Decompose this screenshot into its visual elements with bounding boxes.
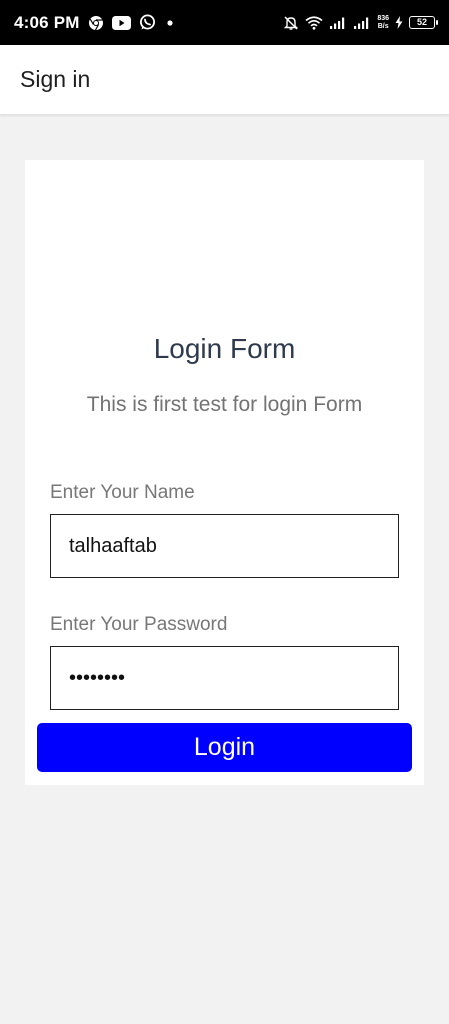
youtube-icon bbox=[111, 15, 131, 30]
password-label: Enter Your Password bbox=[50, 614, 228, 635]
net-speed-unit: B/s bbox=[377, 22, 389, 30]
app-bar: Sign in bbox=[0, 45, 449, 115]
charging-icon bbox=[395, 16, 403, 29]
status-left: 4:06 PM bbox=[14, 13, 176, 33]
battery-indicator: 52 bbox=[409, 16, 438, 29]
signal-icon-1 bbox=[329, 16, 347, 30]
name-label: Enter Your Name bbox=[50, 482, 195, 503]
chrome-icon bbox=[88, 15, 104, 31]
form-subtitle: This is first test for login Form bbox=[86, 393, 363, 416]
login-button[interactable]: Login bbox=[37, 723, 412, 772]
net-speed-value: 836 bbox=[377, 14, 389, 22]
form-title: Login Form bbox=[153, 333, 296, 364]
password-input[interactable]: •••••••• bbox=[50, 646, 399, 710]
status-right: 836 B/s 52 bbox=[283, 15, 438, 31]
wifi-icon bbox=[305, 15, 323, 30]
page-title: Sign in bbox=[20, 66, 91, 92]
notifications-off-icon bbox=[283, 15, 299, 31]
status-time: 4:06 PM bbox=[14, 12, 80, 32]
whatsapp-icon bbox=[139, 14, 156, 31]
name-input[interactable] bbox=[50, 514, 399, 578]
net-speed: 836 B/s bbox=[377, 15, 389, 31]
signal-icon-2 bbox=[353, 16, 371, 30]
dot-icon bbox=[164, 17, 176, 29]
status-bar: 4:06 PM 836 B/s 52 bbox=[0, 0, 449, 45]
